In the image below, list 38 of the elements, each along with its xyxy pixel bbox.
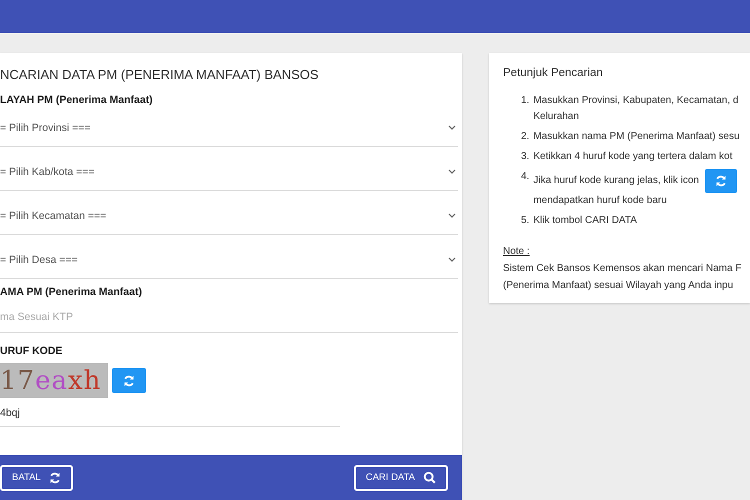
chevron-down-icon (448, 169, 456, 175)
step-text: Jika huruf kode kurang jelas, klik icon (533, 174, 699, 188)
note-text: Sistem Cek Bansos Kemensos akan mencari Nama F (503, 262, 742, 276)
refresh-button[interactable] (704, 169, 737, 193)
captcha-image: 17eaxh (0, 363, 108, 398)
dropdown[interactable]: = Pilih Kecamatan === (0, 198, 458, 235)
step-text: Kelurahan (533, 110, 580, 124)
step-text: Klik tombol CARI DATA (533, 214, 637, 228)
step-number: 3. (521, 150, 530, 164)
note-label: Note : (503, 246, 530, 257)
section-label: AMA PM (Penerima Manfaat) (0, 286, 143, 298)
chevron-down-icon (448, 257, 456, 263)
dropdown[interactable]: = Pilih Kab/kota === (0, 154, 458, 191)
section-label: URUF KODE (0, 345, 64, 357)
step-text: Masukkan Provinsi, Kabupaten, Kecamatan, d (533, 94, 738, 108)
code-input-field[interactable]: 4bqj (0, 400, 340, 427)
step-text: Ketikkan 4 huruf kode yang tertera dalam kot (533, 150, 732, 164)
dropdown[interactable]: = Pilih Provinsi === (0, 110, 458, 147)
step-text: mendapatkan huruf kode baru (533, 194, 668, 208)
chevron-down-icon (448, 213, 456, 219)
form-title: NCARIAN DATA PM (PENERIMA MANFAAT) BANSOS (0, 67, 320, 82)
step-number: 5. (521, 214, 530, 228)
step-text: Masukkan nama PM (Penerima Manfaat) sesu (533, 130, 740, 144)
dropdown[interactable]: = Pilih Desa === (0, 242, 458, 279)
refresh-button[interactable] (112, 368, 146, 393)
step-number: 4. (521, 170, 530, 184)
cancel-button[interactable]: BATAL (0, 464, 73, 490)
step-number: 2. (521, 130, 530, 144)
chevron-down-icon (448, 125, 456, 131)
search-icon (423, 471, 436, 484)
help-title: Petunjuk Pencarian (503, 67, 604, 79)
note-text: (Penerima Manfaat) sesuai Wilayah yang Anda inpu (503, 279, 734, 293)
section-label: LAYAH PM (Penerima Manfaat) (0, 94, 154, 106)
search-button[interactable]: CARI DATA (354, 464, 448, 490)
refresh-icon (714, 175, 727, 187)
step-number: 1. (521, 94, 530, 108)
refresh-icon (48, 472, 61, 484)
refresh-icon (123, 374, 135, 386)
